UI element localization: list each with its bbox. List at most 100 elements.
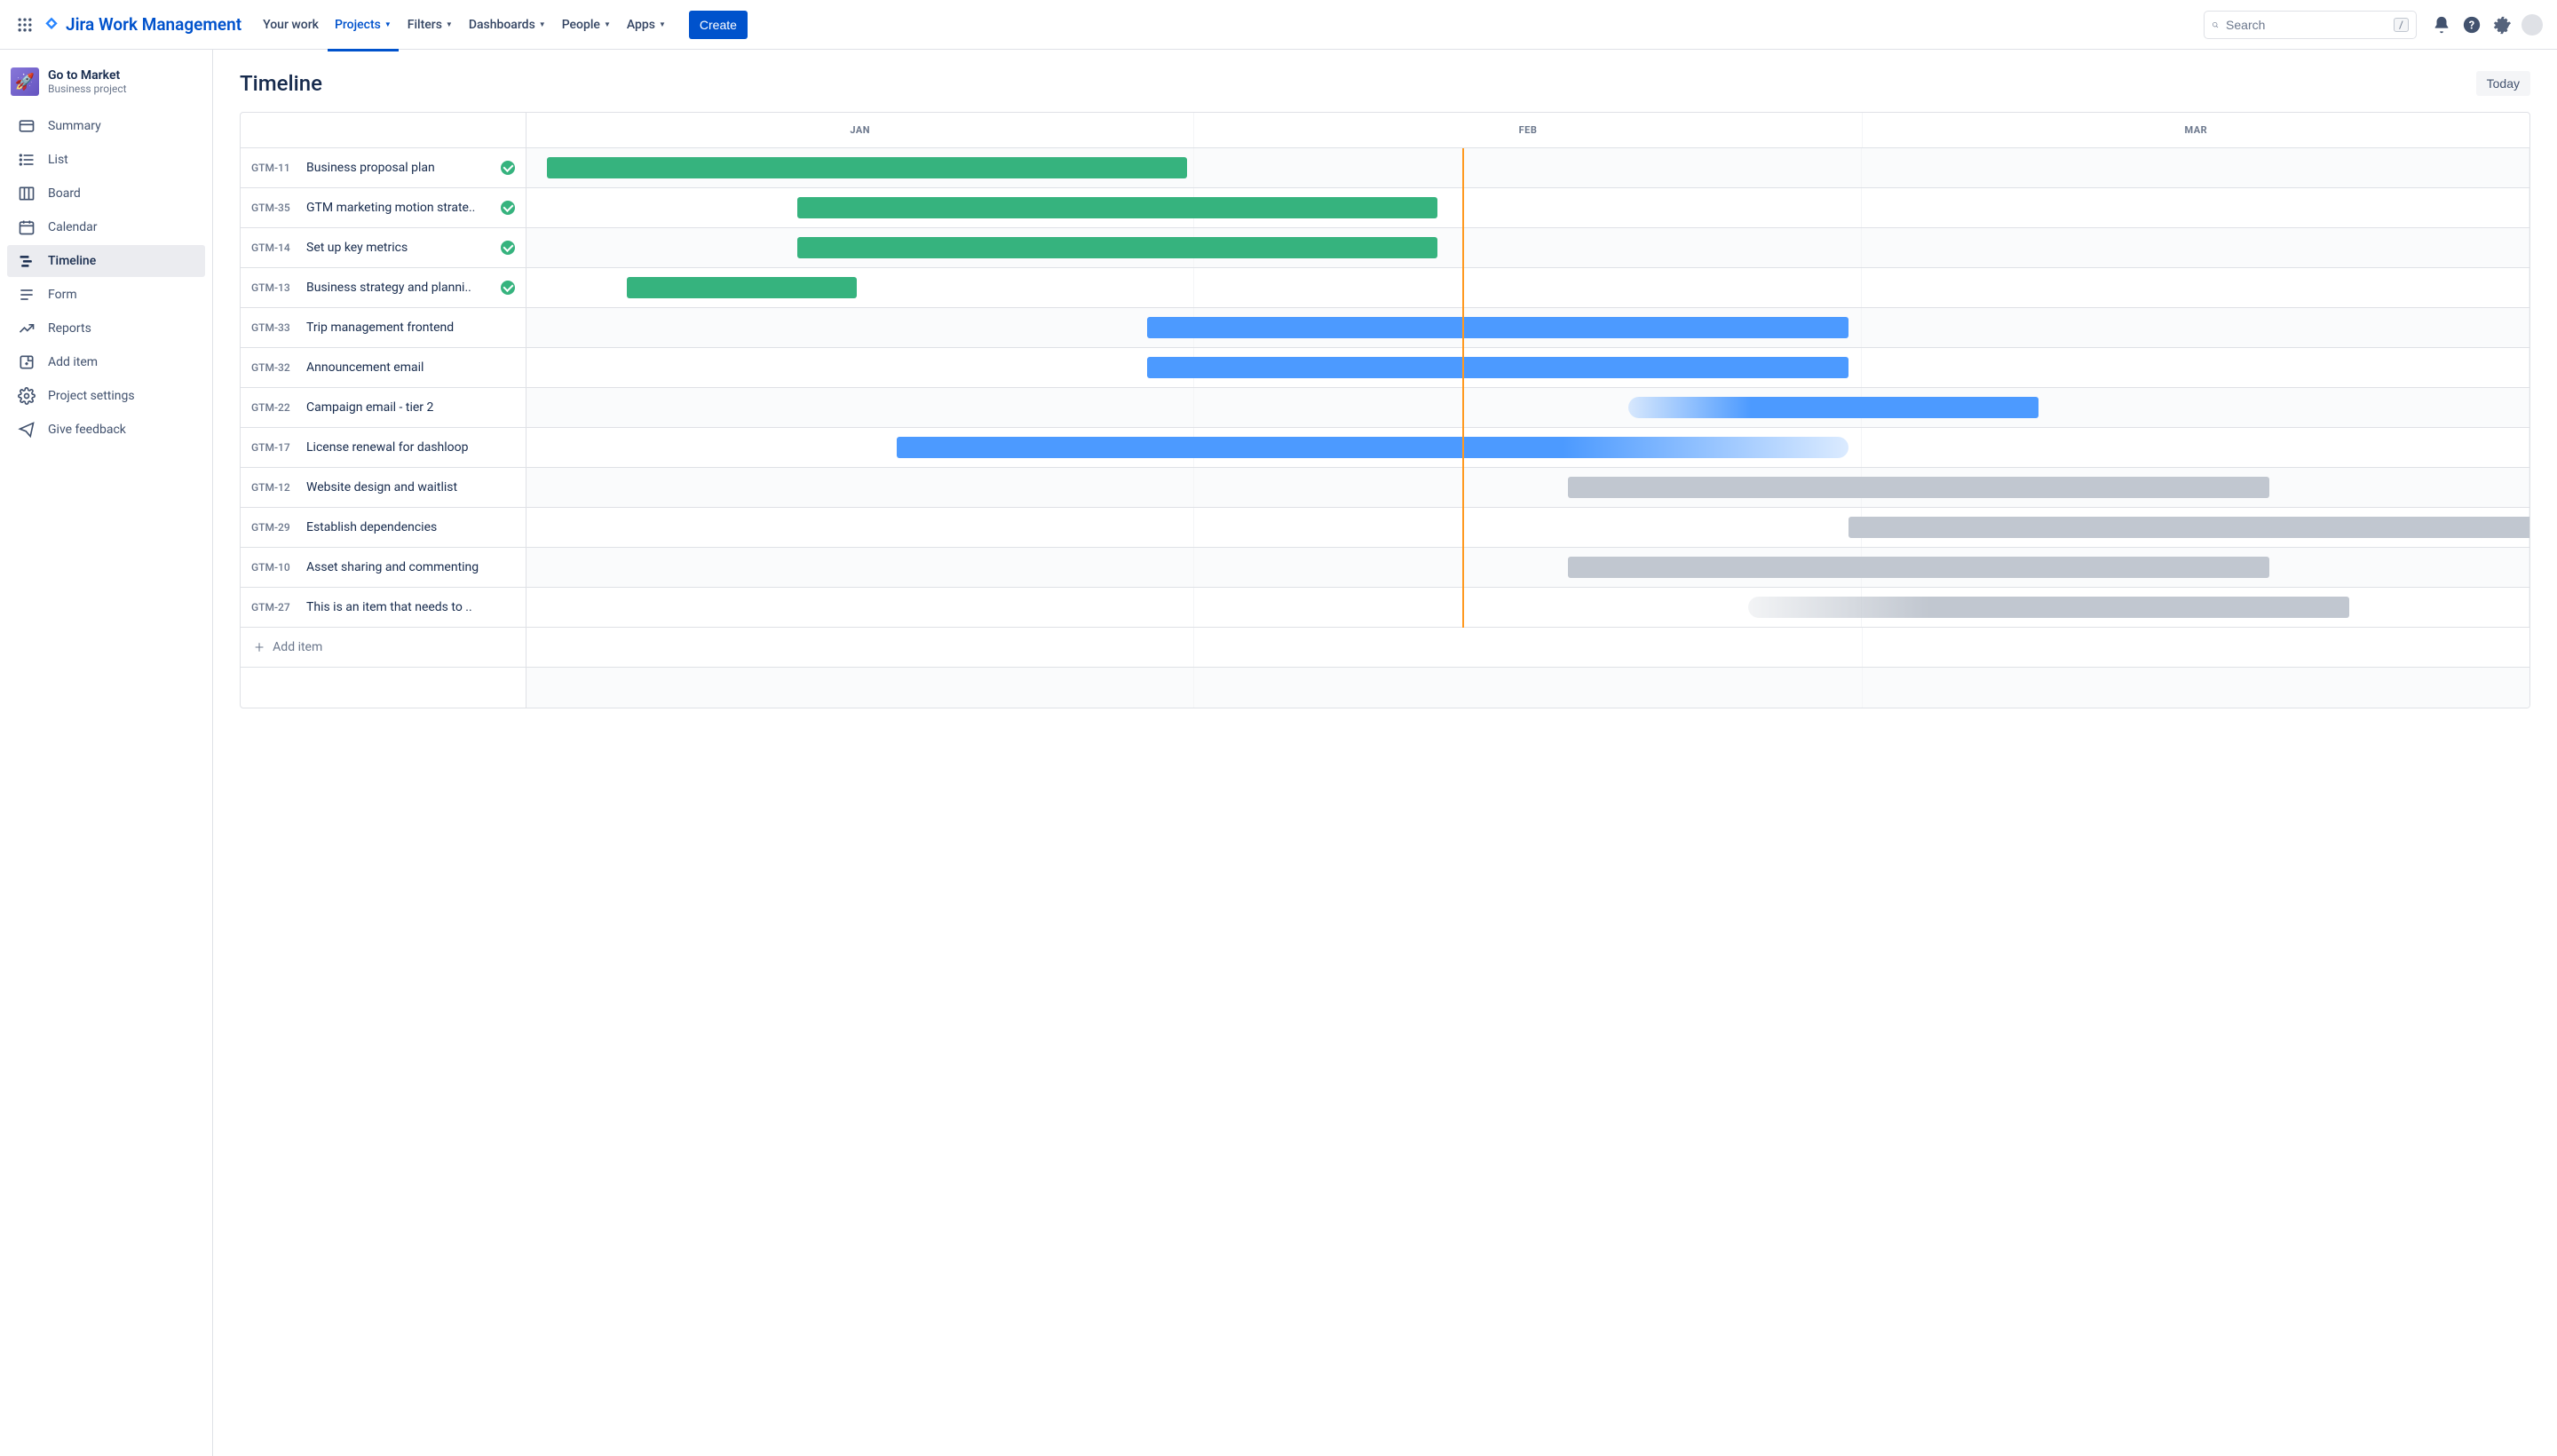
timeline-bar[interactable] [797,197,1438,218]
sidebar-item-give-feedback[interactable]: Give feedback [7,414,205,446]
add-item-row[interactable]: + Add item [241,628,2529,668]
issue-title: Campaign email - tier 2 [306,400,515,415]
timeline-bar[interactable] [1568,557,2269,578]
list-icon [18,151,36,169]
help-icon[interactable]: ? [2458,11,2486,39]
issue-title: License renewal for dashloop [306,440,515,455]
sidebar-item-label: Timeline [48,254,96,268]
timeline-bar[interactable] [627,277,857,298]
timeline-bar[interactable] [1147,317,1848,338]
issue-title: Announcement email [306,360,515,375]
add-item-label: Add item [273,640,322,654]
sidebar-item-label: Calendar [48,220,98,234]
timeline-row[interactable]: GTM-13Business strategy and planni.. [241,268,2529,308]
create-button[interactable]: Create [689,11,748,39]
sidebar-item-label: List [48,153,68,167]
timeline-bar[interactable] [897,437,1848,458]
sidebar-item-project-settings[interactable]: Project settings [7,380,205,412]
nav-items: Your workProjects▼Filters▼Dashboards▼Peo… [256,11,673,39]
settings-icon[interactable] [2488,11,2516,39]
timeline-row[interactable]: GTM-29Establish dependencies [241,508,2529,548]
timeline-bar[interactable] [797,237,1438,258]
empty-row [241,668,2529,708]
issue-key: GTM-17 [251,441,297,454]
jira-icon [43,16,60,34]
nav-item-dashboards[interactable]: Dashboards▼ [462,11,553,39]
timeline-row[interactable]: GTM-33 Trip management frontend [241,308,2529,348]
chevron-down-icon: ▼ [604,20,611,28]
sidebar-item-reports[interactable]: Reports [7,313,205,344]
sidebar-item-form[interactable]: Form [7,279,205,311]
nav-item-your-work[interactable]: Your work [256,11,326,39]
status-done-icon [501,241,515,255]
timeline-row[interactable]: GTM-35GTM marketing motion strate.. [241,188,2529,228]
month-label: FEB [1194,113,1861,148]
status-done-icon [501,201,515,215]
search-icon [2212,18,2219,32]
top-nav: Jira Work Management Your workProjects▼F… [0,0,2557,50]
timeline-row[interactable]: GTM-11Business proposal plan [241,148,2529,188]
timeline-row[interactable]: GTM-10Asset sharing and commenting [241,548,2529,588]
sidebar-item-calendar[interactable]: Calendar [7,211,205,243]
sidebar-item-label: Summary [48,119,101,133]
avatar-icon [2521,14,2543,36]
timeline-bar[interactable] [1628,397,2038,418]
today-button[interactable]: Today [2476,71,2530,96]
sidebar-item-label: Project settings [48,389,135,403]
sidebar: 🚀 Go to Market Business project Summary L… [0,50,213,1456]
timeline-bar[interactable] [1848,517,2530,538]
sidebar-item-label: Reports [48,321,91,336]
product-logo[interactable]: Jira Work Management [43,14,241,35]
sidebar-item-add-item[interactable]: Add item [7,346,205,378]
status-done-icon [501,281,515,295]
timeline-row[interactable]: GTM-17 License renewal for dashloop [241,428,2529,468]
issue-key: GTM-27 [251,601,297,613]
timeline-row[interactable]: GTM-22Campaign email - tier 2 [241,388,2529,428]
project-name: Go to Market [48,68,127,83]
timeline-header: JANFEBMAR [241,113,2529,148]
search-input[interactable] [2226,18,2387,32]
app-switcher-icon[interactable] [11,11,39,39]
content: Timeline Today JANFEBMAR GTM-11Business … [213,50,2557,1456]
timeline-bar[interactable] [1147,357,1848,378]
chevron-down-icon: ▼ [446,20,453,28]
issue-key: GTM-11 [251,162,297,174]
plus-icon: + [255,638,264,657]
issue-title: Website design and waitlist [306,480,515,495]
timeline-row[interactable]: GTM-14Set up key metrics [241,228,2529,268]
issue-title: Trip management frontend [306,320,515,335]
issue-title: This is an item that needs to .. [306,600,515,614]
sidebar-item-summary[interactable]: Summary [7,110,205,142]
product-name: Jira Work Management [66,14,241,35]
issue-title: Establish dependencies [306,520,515,534]
sidebar-item-timeline[interactable]: Timeline [7,245,205,277]
search-box[interactable]: / [2204,11,2417,39]
sidebar-item-board[interactable]: Board [7,178,205,210]
nav-item-projects[interactable]: Projects▼ [328,11,399,39]
timeline-row[interactable]: GTM-12Website design and waitlist [241,468,2529,508]
issue-title: Asset sharing and commenting [306,560,515,574]
timeline-bar[interactable] [547,157,1188,178]
feedback-icon [18,421,36,439]
timeline-bar[interactable] [1568,477,2269,498]
issue-key: GTM-14 [251,241,297,254]
timeline-bar[interactable] [1748,597,2349,618]
sidebar-item-label: Give feedback [48,423,126,437]
calendar-icon [18,218,36,236]
timeline-row[interactable]: GTM-27 This is an item that needs to .. [241,588,2529,628]
timeline-icon [18,252,36,270]
timeline-row[interactable]: GTM-32 Announcement email [241,348,2529,388]
project-header[interactable]: 🚀 Go to Market Business project [7,67,205,110]
issue-key: GTM-33 [251,321,297,334]
issue-key: GTM-32 [251,361,297,374]
sidebar-item-list[interactable]: List [7,144,205,176]
nav-item-people[interactable]: People▼ [555,11,618,39]
sidebar-item-label: Board [48,186,81,201]
nav-item-filters[interactable]: Filters▼ [400,11,460,39]
profile-avatar[interactable] [2518,11,2546,39]
issue-key: GTM-13 [251,281,297,294]
nav-item-apps[interactable]: Apps▼ [620,11,673,39]
month-label: JAN [526,113,1193,148]
add-icon [18,353,36,371]
notifications-icon[interactable] [2427,11,2456,39]
